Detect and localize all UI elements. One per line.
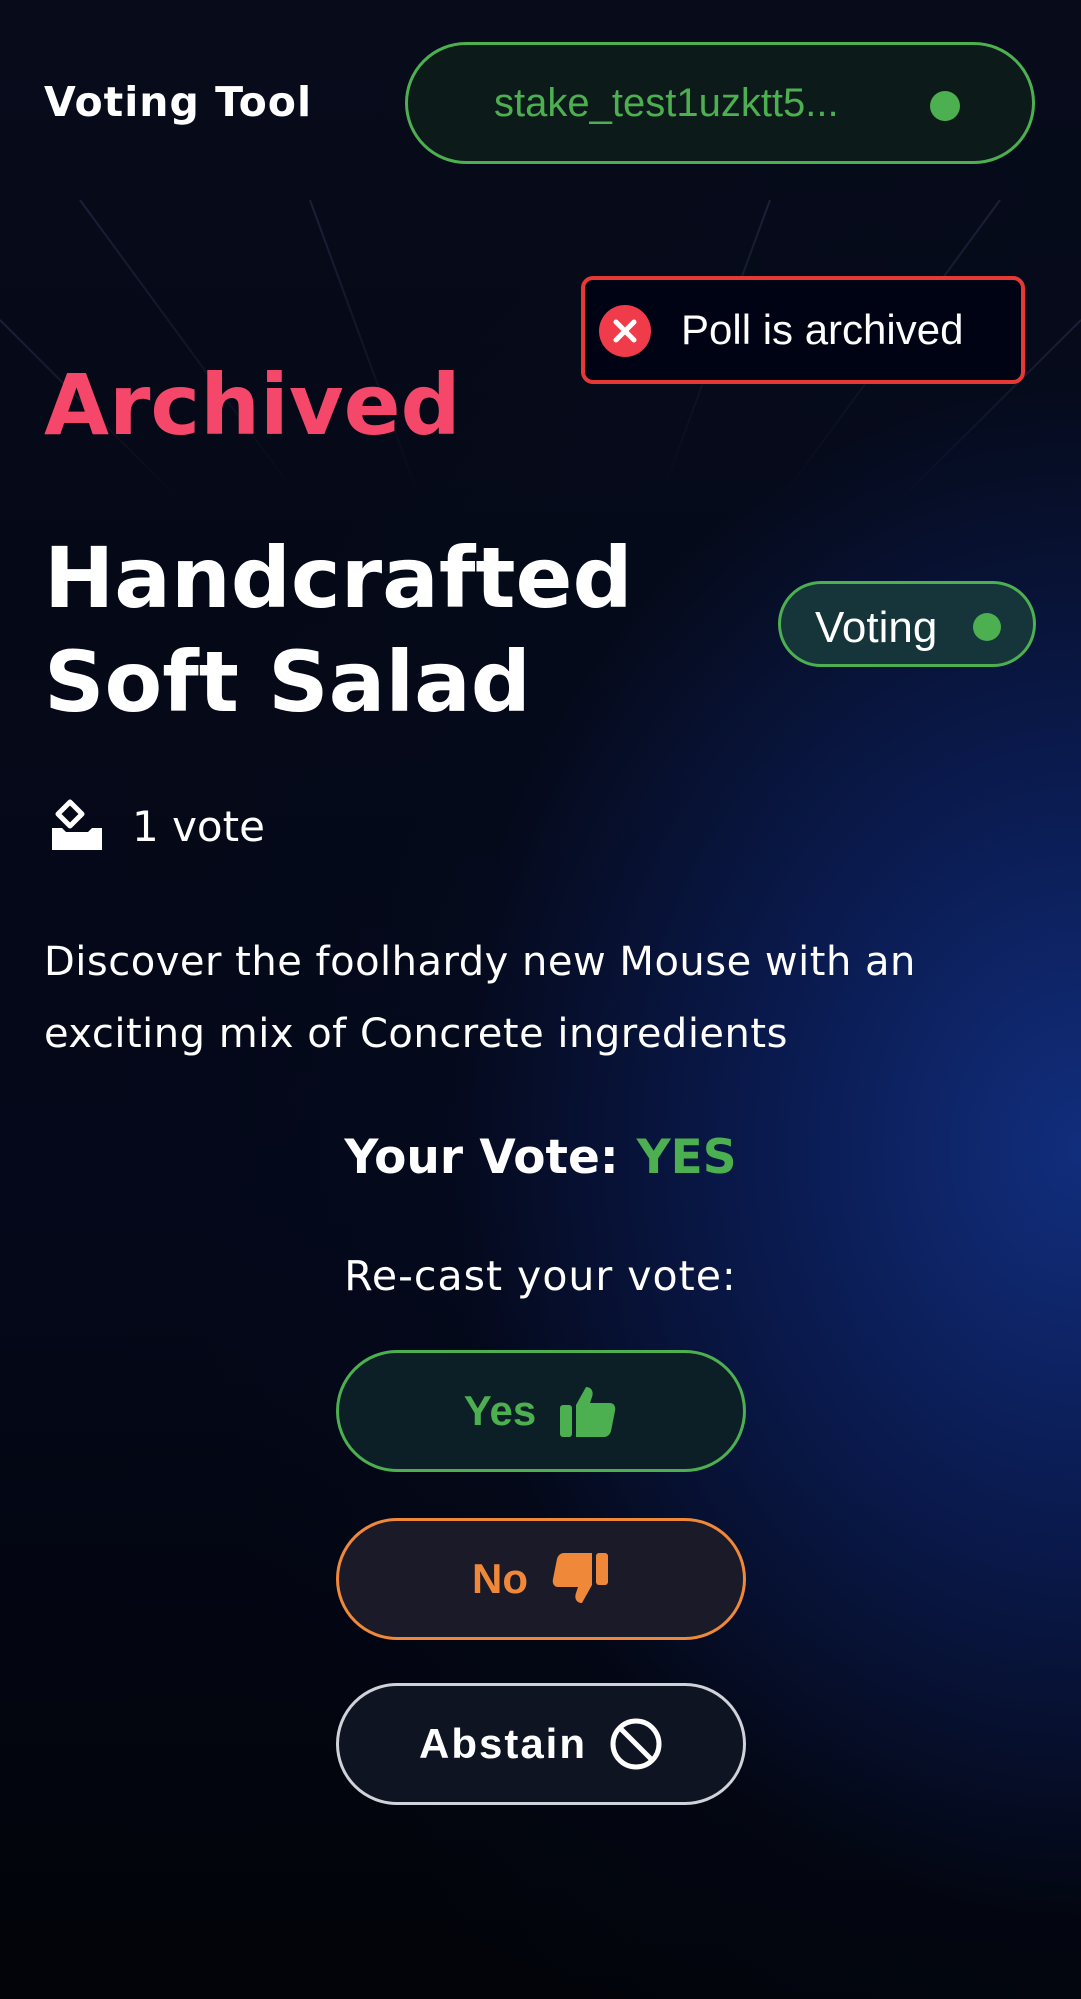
thumbs-down-icon — [552, 1553, 608, 1603]
vote-yes-label: Yes — [463, 1387, 537, 1434]
vote-count: 1 vote — [132, 802, 265, 851]
vote-abstain-button[interactable]: Abstain — [336, 1683, 746, 1805]
vote-no-button[interactable]: No — [336, 1518, 746, 1640]
your-vote-value: YES — [636, 1130, 737, 1185]
your-vote-label: Your Vote: — [344, 1130, 619, 1185]
wallet-connected-indicator — [930, 91, 960, 121]
close-circle-icon — [599, 305, 651, 357]
wallet-address: stake_test1uzktt5... — [494, 81, 839, 125]
app-title: Voting Tool — [44, 78, 313, 126]
voting-badge-label: Voting — [815, 603, 938, 652]
poll-title: Handcrafted Soft Salad — [44, 529, 633, 731]
ballot-box-icon — [52, 799, 102, 850]
wallet-button[interactable]: stake_test1uzktt5... — [405, 42, 1035, 164]
vote-yes-button[interactable]: Yes — [336, 1350, 746, 1472]
ban-icon — [610, 1718, 662, 1770]
voting-status-badge: Voting — [778, 581, 1036, 667]
vote-abstain-label: Abstain — [418, 1720, 587, 1767]
thumbs-up-icon — [560, 1387, 616, 1437]
error-toast[interactable]: Poll is archived — [581, 276, 1025, 384]
vote-no-label: No — [472, 1555, 528, 1602]
voting-indicator-dot — [973, 613, 1001, 641]
poll-status-heading: Archived — [44, 356, 461, 454]
poll-description: Discover the foolhardy new Mouse with an… — [44, 939, 916, 1057]
toast-message: Poll is archived — [681, 306, 964, 353]
recast-label: Re-cast your vote: — [344, 1252, 737, 1300]
your-vote: Your Vote: YES — [0, 1130, 1081, 1185]
